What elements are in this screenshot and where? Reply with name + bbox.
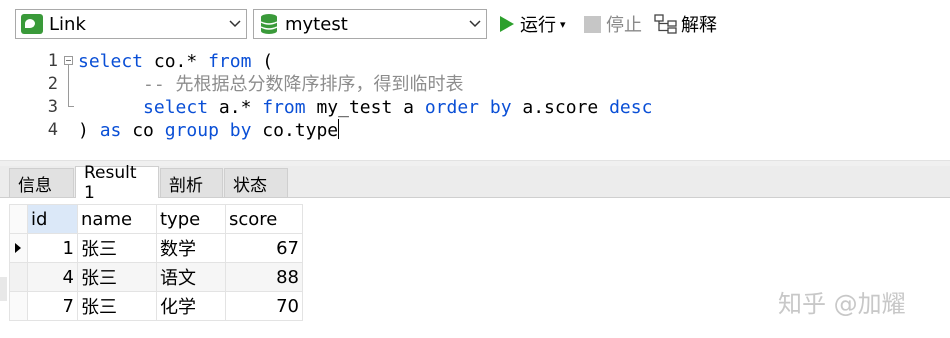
line-number: 1 (47, 51, 58, 71)
cell-type[interactable]: 语文 (156, 262, 226, 292)
cell-score[interactable]: 70 (225, 291, 303, 321)
database-icon (259, 13, 279, 35)
code-line-4: ) as co group by co.type (78, 119, 340, 141)
left-edge-handle (0, 277, 7, 301)
row-selector[interactable] (9, 233, 28, 263)
chevron-down-icon[interactable] (464, 10, 486, 38)
line-gutter: 1 2 3 4 (0, 48, 62, 160)
table-row[interactable]: 4 张三 语文 88 (9, 262, 303, 292)
result-grid: id name type score 1 张三 数学 67 4 张三 语文 88… (9, 204, 303, 321)
cell-name[interactable]: 张三 (77, 291, 157, 321)
cell-type[interactable]: 数学 (156, 233, 226, 263)
stop-icon (584, 15, 601, 33)
grid-header-row: id name type score (9, 204, 303, 234)
row-selector[interactable] (9, 291, 28, 321)
watermark: 知乎 @加耀 (778, 290, 906, 318)
table-row[interactable]: 7 张三 化学 70 (9, 291, 303, 321)
row-selector[interactable] (9, 262, 28, 292)
connection-label: Link (49, 13, 86, 35)
run-dropdown-icon[interactable]: ▾ (560, 18, 566, 31)
text-caret (338, 119, 340, 139)
chevron-down-icon[interactable] (224, 10, 246, 38)
tab-result-1[interactable]: Result 1 (75, 163, 159, 203)
code-line-1: select co.* from ( (78, 51, 274, 72)
column-header-type[interactable]: type (156, 204, 226, 234)
database-select[interactable]: mytest (253, 9, 487, 39)
line-number: 3 (47, 97, 58, 117)
cell-name[interactable]: 张三 (77, 233, 157, 263)
table-row[interactable]: 1 张三 数学 67 (9, 233, 303, 263)
cell-id[interactable]: 4 (27, 262, 78, 292)
explain-label: 解释 (681, 15, 717, 36)
query-toolbar: Link mytest 运行 ▾ 停止 解释 (0, 0, 950, 48)
code-line-2: -- 先根据总分数降序排序，得到临时表 (78, 74, 464, 95)
fold-guide (68, 65, 69, 107)
explain-icon (654, 14, 677, 34)
line-number: 2 (47, 74, 58, 94)
stop-button[interactable]: 停止 (584, 11, 642, 37)
cell-score[interactable]: 67 (225, 233, 303, 263)
column-header-score[interactable]: score (225, 204, 303, 234)
sql-editor[interactable]: 1 2 3 4 select co.* from ( -- 先根据总分数降序排序… (0, 48, 950, 160)
run-label: 运行 (520, 15, 556, 36)
current-row-arrow-icon (15, 243, 21, 253)
tab-info[interactable]: 信息 (9, 168, 74, 197)
run-button[interactable]: 运行 ▾ (499, 11, 566, 37)
cell-score[interactable]: 88 (225, 262, 303, 292)
database-label: mytest (285, 13, 348, 35)
cell-type[interactable]: 化学 (156, 291, 226, 321)
column-header-id[interactable]: id (27, 204, 78, 234)
tab-profile[interactable]: 剖析 (160, 168, 223, 197)
play-icon (500, 16, 514, 32)
connection-select[interactable]: Link (15, 9, 247, 39)
explain-button[interactable]: 解释 (654, 11, 717, 37)
fold-toggle-icon[interactable] (64, 56, 73, 65)
row-header-corner (9, 204, 28, 234)
cell-id[interactable]: 1 (27, 233, 78, 263)
cell-name[interactable]: 张三 (77, 262, 157, 292)
stop-label: 停止 (606, 15, 642, 36)
result-tabbar: 信息 Result 1 剖析 状态 (0, 163, 950, 203)
connection-icon (21, 14, 43, 34)
column-header-name[interactable]: name (77, 204, 157, 234)
code-line-3: select a.* from my_test a order by a.sco… (143, 97, 653, 118)
cell-id[interactable]: 7 (27, 291, 78, 321)
tab-status[interactable]: 状态 (224, 168, 288, 197)
fold-guide-end (68, 106, 74, 107)
line-number: 4 (47, 120, 58, 140)
